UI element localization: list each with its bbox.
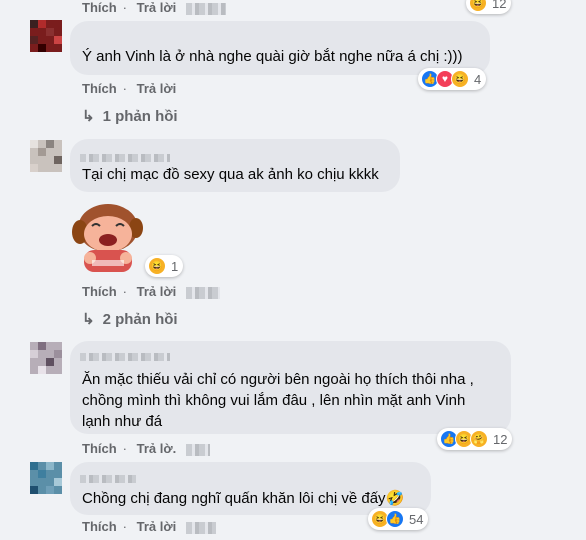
comment-text: Ăn mặc thiếu vải chỉ có người bên ngoài … <box>82 371 474 430</box>
view-replies[interactable]: ↳ 2 phản hồi <box>82 310 178 328</box>
avatar[interactable] <box>30 140 62 172</box>
reaction-count: 12 <box>493 431 508 447</box>
like-link[interactable]: Thích <box>82 519 117 534</box>
comment-actions: Thích · Trả lời <box>82 81 177 96</box>
avatar[interactable] <box>30 20 62 52</box>
timestamp-blurred <box>185 521 216 534</box>
like-icon: 👍 <box>386 510 404 528</box>
like-link[interactable]: Thích <box>82 0 117 15</box>
replies-label: 2 phản hồi <box>102 311 178 328</box>
comment-bubble: Tại chị mạc đồ sexy qua ak ảnh ko chịu k… <box>70 139 400 192</box>
reply-link[interactable]: Trả lời <box>137 519 177 534</box>
commenter-name-blurred <box>80 148 170 162</box>
reaction-summary-top[interactable]: 😆 12 <box>466 0 512 14</box>
comment-bubble: Ăn mặc thiếu vải chỉ có người bên ngoài … <box>70 341 511 434</box>
haha-icon: 😆 <box>148 257 166 275</box>
reaction-count: 4 <box>474 71 482 87</box>
reply-link[interactable]: Trả lờ. <box>137 441 177 456</box>
reply-arrow-icon: ↳ <box>82 108 95 125</box>
reaction-summary[interactable]: 👍 😆 🤗 12 <box>437 428 513 450</box>
comment-actions: Thích · Trả lời <box>82 284 226 299</box>
comment-actions-top: Thích · Trả lời <box>82 0 232 15</box>
like-link[interactable]: Thích <box>82 81 117 96</box>
view-replies[interactable]: ↳ 1 phản hồi <box>82 107 178 125</box>
reaction-count: 1 <box>171 258 179 274</box>
like-link[interactable]: Thích <box>82 284 117 299</box>
comment-bubble: Chồng chị đang nghĩ quấn khăn lôi chị về… <box>70 462 431 515</box>
timestamp-blurred <box>185 286 220 299</box>
comment-text: Chồng chị đang nghĩ quấn khăn lôi chị về… <box>82 490 405 507</box>
reply-arrow-icon: ↳ <box>82 311 95 328</box>
reaction-summary[interactable]: 😆 👍 54 <box>368 508 429 530</box>
haha-icon: 😆 <box>469 0 487 12</box>
avatar[interactable] <box>30 462 62 494</box>
reaction-summary[interactable]: 👍 ♥ 😆 4 <box>418 68 487 90</box>
reply-link[interactable]: Trả lời <box>137 284 177 299</box>
reply-link[interactable]: Trả lời <box>137 81 177 96</box>
care-icon: 🤗 <box>470 430 488 448</box>
reaction-count: 12 <box>492 0 507 11</box>
reaction-summary[interactable]: 😆 1 <box>145 255 184 277</box>
comment-text: Tại chị mạc đồ sexy qua ak ảnh ko chịu k… <box>82 166 379 183</box>
haha-icon: 😆 <box>451 70 469 88</box>
reaction-count: 54 <box>409 511 424 527</box>
replies-label: 1 phản hồi <box>102 108 178 125</box>
timestamp-blurred <box>185 2 226 15</box>
reply-link[interactable]: Trả lời <box>137 0 177 15</box>
comment-actions: Thích · Trả lờ. <box>82 441 216 456</box>
comment-bubble: Ý anh Vinh là ở nhà nghe quài giờ bắt ng… <box>70 21 490 75</box>
sticker-girl <box>70 198 146 276</box>
comment-text: Ý anh Vinh là ở nhà nghe quài giờ bắt ng… <box>82 48 463 65</box>
commenter-name-blurred <box>80 469 136 483</box>
commenter-name-blurred <box>80 347 170 361</box>
timestamp-blurred <box>185 443 210 456</box>
comment-actions: Thích · Trả lời <box>82 519 222 534</box>
avatar[interactable] <box>30 342 62 374</box>
like-link[interactable]: Thích <box>82 441 117 456</box>
